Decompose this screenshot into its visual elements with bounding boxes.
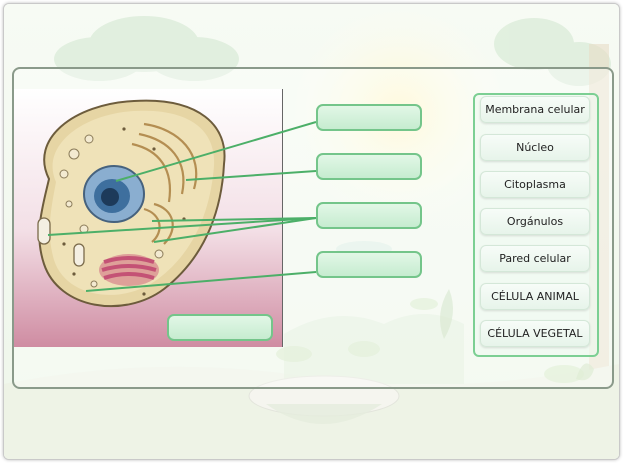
term-nucleo[interactable]: Núcleo xyxy=(480,134,590,161)
term-organulos[interactable]: Orgánulos xyxy=(480,208,590,235)
drop-slot-2[interactable] xyxy=(316,153,422,180)
term-membrana-celular[interactable]: Membrana celular xyxy=(480,96,590,123)
term-pared-celular[interactable]: Pared celular xyxy=(480,245,590,272)
activity-window: Membrana celular Núcleo Citoplasma Orgán… xyxy=(3,3,620,460)
animal-cell-icon xyxy=(37,99,226,308)
term-citoplasma[interactable]: Citoplasma xyxy=(480,171,590,198)
drop-slot-3[interactable] xyxy=(316,202,422,229)
drop-slot-cell-type[interactable] xyxy=(167,314,273,341)
drop-slot-4[interactable] xyxy=(316,251,422,278)
term-celula-animal[interactable]: CÉLULA ANIMAL xyxy=(480,283,590,310)
term-celula-vegetal[interactable]: CÉLULA VEGETAL xyxy=(480,320,590,347)
drop-slot-1[interactable] xyxy=(316,104,422,131)
